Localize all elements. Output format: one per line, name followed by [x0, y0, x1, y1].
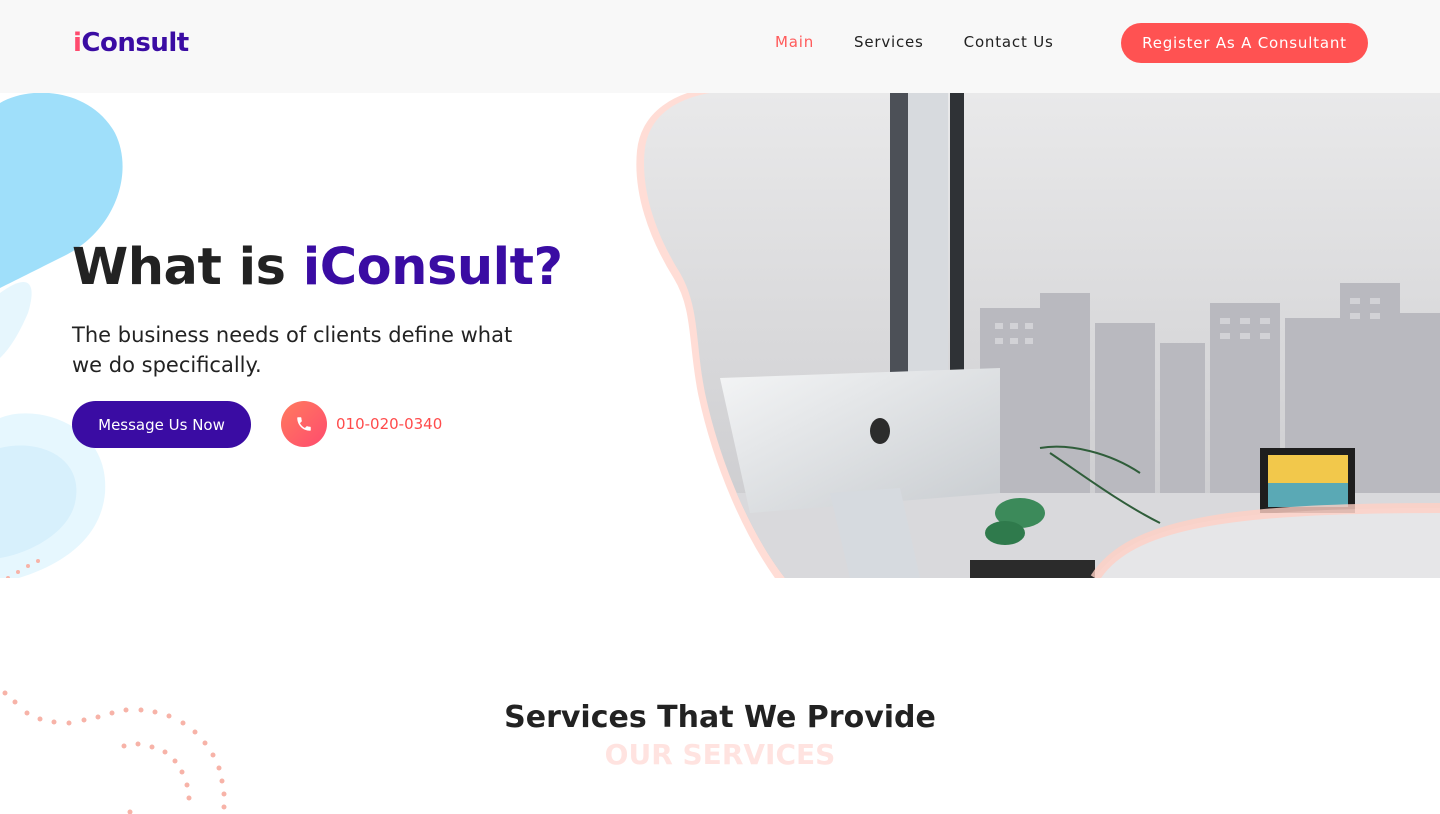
main-nav: Main Services Contact Us	[775, 33, 1054, 51]
services-title: Services That We Provide	[504, 700, 936, 735]
site-header: iConsult Main Services Contact Us Regist…	[0, 0, 1440, 93]
hero-title-brand: iConsult?	[302, 238, 563, 297]
message-us-button[interactable]: Message Us Now	[72, 401, 251, 448]
hero-title: What is iConsult?	[72, 238, 563, 297]
nav-services[interactable]: Services	[854, 33, 924, 51]
hero-subtitle: The business needs of clients define wha…	[72, 323, 513, 377]
logo-word: Consult	[81, 28, 189, 58]
hero-section: What is iConsult? The business needs of …	[0, 93, 1440, 578]
nav-main[interactable]: Main	[775, 33, 814, 51]
office-photo	[636, 93, 1440, 578]
phone-icon	[297, 417, 311, 431]
nav-contact-us[interactable]: Contact Us	[964, 33, 1054, 51]
logo[interactable]: iConsult	[73, 28, 189, 58]
services-subtitle: OUR SERVICES	[604, 738, 836, 771]
phone-button[interactable]	[281, 401, 327, 447]
phone-number[interactable]: 010-020-0340	[336, 415, 442, 433]
register-consultant-button[interactable]: Register As A Consultant	[1121, 23, 1368, 63]
hero-title-prefix: What is	[72, 238, 303, 297]
